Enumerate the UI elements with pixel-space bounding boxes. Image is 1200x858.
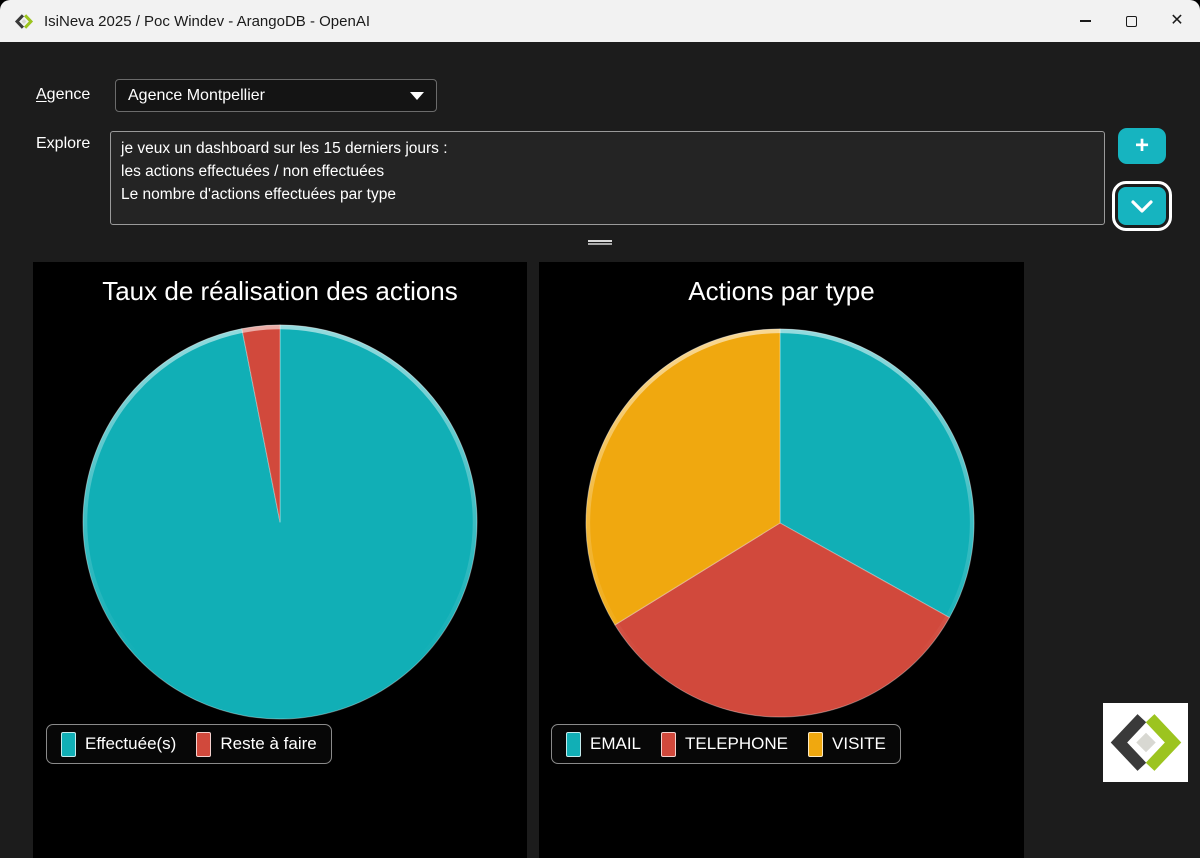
legend-swatch	[808, 732, 823, 757]
title-bar: IsiNeva 2025 / Poc Windev - ArangoDB - O…	[0, 0, 1200, 42]
add-button[interactable]: +	[1118, 128, 1166, 164]
isineva-logo	[1103, 703, 1188, 782]
chevron-down-icon	[410, 92, 424, 100]
legend-label: VISITE	[832, 734, 886, 754]
legend-label: EMAIL	[590, 734, 641, 754]
chart-title: Actions par type	[539, 276, 1024, 307]
legend-swatch	[661, 732, 676, 757]
legend-swatch	[196, 732, 211, 757]
legend-label: TELEPHONE	[685, 734, 788, 754]
legend-label: Effectuée(s)	[85, 734, 176, 754]
chart-panel-realisation: Taux de réalisation des actions Effectué…	[33, 262, 527, 858]
minimize-icon	[1080, 20, 1091, 22]
main-content: Agence Agence Montpellier Explore je veu…	[0, 42, 1200, 858]
window-controls: ✕	[1062, 0, 1200, 42]
agence-label: Agence	[36, 86, 90, 104]
chart-title: Taux de réalisation des actions	[33, 276, 527, 307]
legend-item: Effectuée(s)	[61, 732, 176, 757]
close-icon: ✕	[1170, 13, 1183, 29]
app-logo-icon	[14, 12, 34, 31]
minimize-button[interactable]	[1062, 0, 1108, 42]
maximize-icon	[1126, 16, 1137, 27]
chart-legend: EMAIL TELEPHONE VISITE	[551, 724, 901, 764]
agence-combobox-value: Agence Montpellier	[128, 87, 265, 105]
splitter-grip[interactable]	[588, 238, 612, 246]
explore-input[interactable]: je veux un dashboard sur les 15 derniers…	[110, 131, 1105, 225]
agence-label-accel: A	[36, 86, 47, 103]
pie-chart-types	[583, 326, 977, 720]
close-button[interactable]: ✕	[1154, 0, 1200, 42]
legend-swatch	[61, 732, 76, 757]
legend-item: TELEPHONE	[661, 732, 788, 757]
chevron-down-icon	[1130, 199, 1154, 214]
chart-panel-types: Actions par type EMAIL TELEPHONE VISITE	[539, 262, 1024, 858]
agence-label-rest: gence	[47, 86, 91, 103]
expand-button-focus-ring	[1112, 181, 1172, 231]
chart-legend: Effectuée(s) Reste à faire	[46, 724, 332, 764]
maximize-button[interactable]	[1108, 0, 1154, 42]
explore-label: Explore	[36, 135, 90, 153]
window-title: IsiNeva 2025 / Poc Windev - ArangoDB - O…	[44, 13, 370, 30]
agence-combobox[interactable]: Agence Montpellier	[115, 79, 437, 112]
expand-button[interactable]	[1118, 187, 1166, 225]
legend-label: Reste à faire	[220, 734, 316, 754]
legend-swatch	[566, 732, 581, 757]
pie-chart-realisation	[80, 322, 480, 722]
legend-item: EMAIL	[566, 732, 641, 757]
legend-item: VISITE	[808, 732, 886, 757]
legend-item: Reste à faire	[196, 732, 316, 757]
